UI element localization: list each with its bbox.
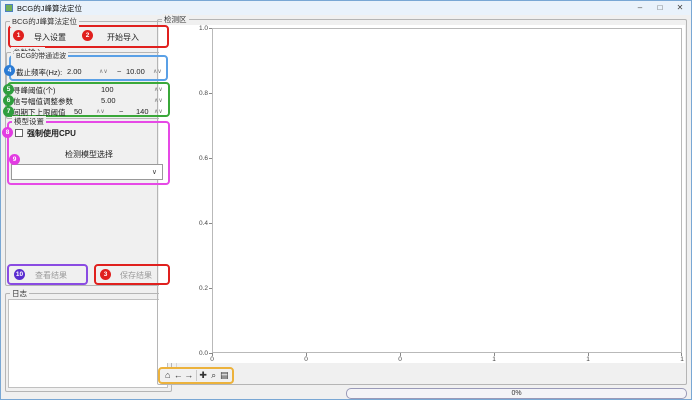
zoom-icon[interactable]: ⌕ [209,369,219,382]
app-window: BCG的J峰算法定位 – □ ✕ BCG的J峰算法定位 1 导入设置 2 开始导… [0,0,692,400]
progress-bar: 0% [346,388,687,399]
minimize-button[interactable]: – [629,1,651,14]
force-cpu-label: 强制使用CPU [27,128,76,139]
home-icon[interactable]: ⌂ [163,369,173,382]
bandpass-group-title: BCG的带通滤波 [14,51,68,61]
cutoff-freq-label: 截止频率(Hz): [16,67,62,78]
y-tick-label: 1.0 [190,25,208,32]
annotation-circle-5: 5 [3,84,14,95]
cutoff-low-input[interactable]: 2.00 [67,67,82,76]
model-select-label: 检测模型选择 [65,149,113,160]
forward-icon[interactable]: → [184,369,194,382]
model-settings-group-title: 模型设置 [12,116,46,127]
start-import-button[interactable]: 开始导入 [107,32,139,43]
peak-threshold-spinner[interactable]: ∧∨ [154,86,163,93]
window-title: BCG的J峰算法定位 [17,3,82,14]
cutoff-low-spinner[interactable]: ∧∨ [99,68,108,75]
x-tick-label: 0 [202,356,222,363]
model-select-combobox[interactable]: ∨ [11,164,163,180]
x-tick-mark [306,353,307,356]
chevron-down-icon: ∨ [152,168,157,176]
peak-threshold-label: 寻峰阈值(个) [13,85,56,96]
left-main-group-title: BCG的J峰算法定位 [10,16,79,27]
y-tick-mark [209,288,212,289]
cutoff-high-input[interactable]: 10.00 [126,67,145,76]
plot-axes [212,28,682,353]
annotation-circle-6: 6 [3,95,14,106]
interval-low-input[interactable]: 50 [74,107,82,116]
import-settings-button[interactable]: 导入设置 [34,32,66,43]
peak-threshold-input[interactable]: 100 [101,85,114,94]
maximize-button[interactable]: □ [649,1,671,14]
x-tick-mark [681,353,682,356]
y-tick-mark [209,28,212,29]
force-cpu-checkbox[interactable] [15,129,23,137]
view-results-button[interactable]: 查看结果 [35,270,67,281]
app-icon [5,4,13,12]
x-tick-mark [400,353,401,356]
amplitude-param-input[interactable]: 5.00 [101,96,116,105]
log-textarea [8,299,168,388]
y-tick-label: 0.6 [190,155,208,162]
x-tick-label: 1 [484,356,504,363]
y-tick-mark [209,93,212,94]
x-tick-label: 0 [296,356,316,363]
annotation-circle-9: 9 [9,154,20,165]
interval-low-spinner[interactable]: ∧∨ [96,108,105,115]
x-tick-mark [212,353,213,356]
annotation-circle-3: 3 [100,269,111,280]
x-tick-label: 1 [578,356,598,363]
annotation-circle-4: 4 [4,65,15,76]
x-tick-label: 1 [672,356,692,363]
annotation-circle-10: 10 [14,269,25,280]
annotation-circle-1: 1 [13,30,24,41]
title-bar: BCG的J峰算法定位 [1,1,691,15]
y-tick-label: 0.8 [190,90,208,97]
x-tick-label: 0 [390,356,410,363]
back-icon[interactable]: ← [174,369,184,382]
annotation-circle-2: 2 [82,30,93,41]
toolbar-separator [196,370,197,381]
y-tick-mark [209,223,212,224]
detection-area-group-title: 检测区 [162,14,189,25]
close-button[interactable]: ✕ [669,1,691,14]
save-results-button[interactable]: 保存结果 [120,270,152,281]
pan-icon[interactable]: ✚ [198,369,208,382]
annotation-circle-8: 8 [2,127,13,138]
y-tick-label: 0.2 [190,285,208,292]
interval-high-spinner[interactable]: ∧∨ [154,108,163,115]
interval-separator: ~ [119,107,123,116]
amplitude-param-label: 信号幅值调整参数 [13,96,73,107]
cutoff-separator: ~ [117,67,121,76]
amplitude-param-spinner[interactable]: ∧∨ [154,97,163,104]
cutoff-high-spinner[interactable]: ∧∨ [153,68,162,75]
x-tick-mark [588,353,589,356]
plot-toolbar: ⌂ ← → ✚ ⌕ ▤ [158,367,234,384]
x-tick-mark [494,353,495,356]
annotation-circle-7: 7 [3,106,14,117]
save-icon[interactable]: ▤ [219,369,229,382]
y-tick-label: 0.4 [190,220,208,227]
interval-high-input[interactable]: 140 [136,107,149,116]
log-group-title: 日志 [10,288,29,299]
y-tick-mark [209,158,212,159]
